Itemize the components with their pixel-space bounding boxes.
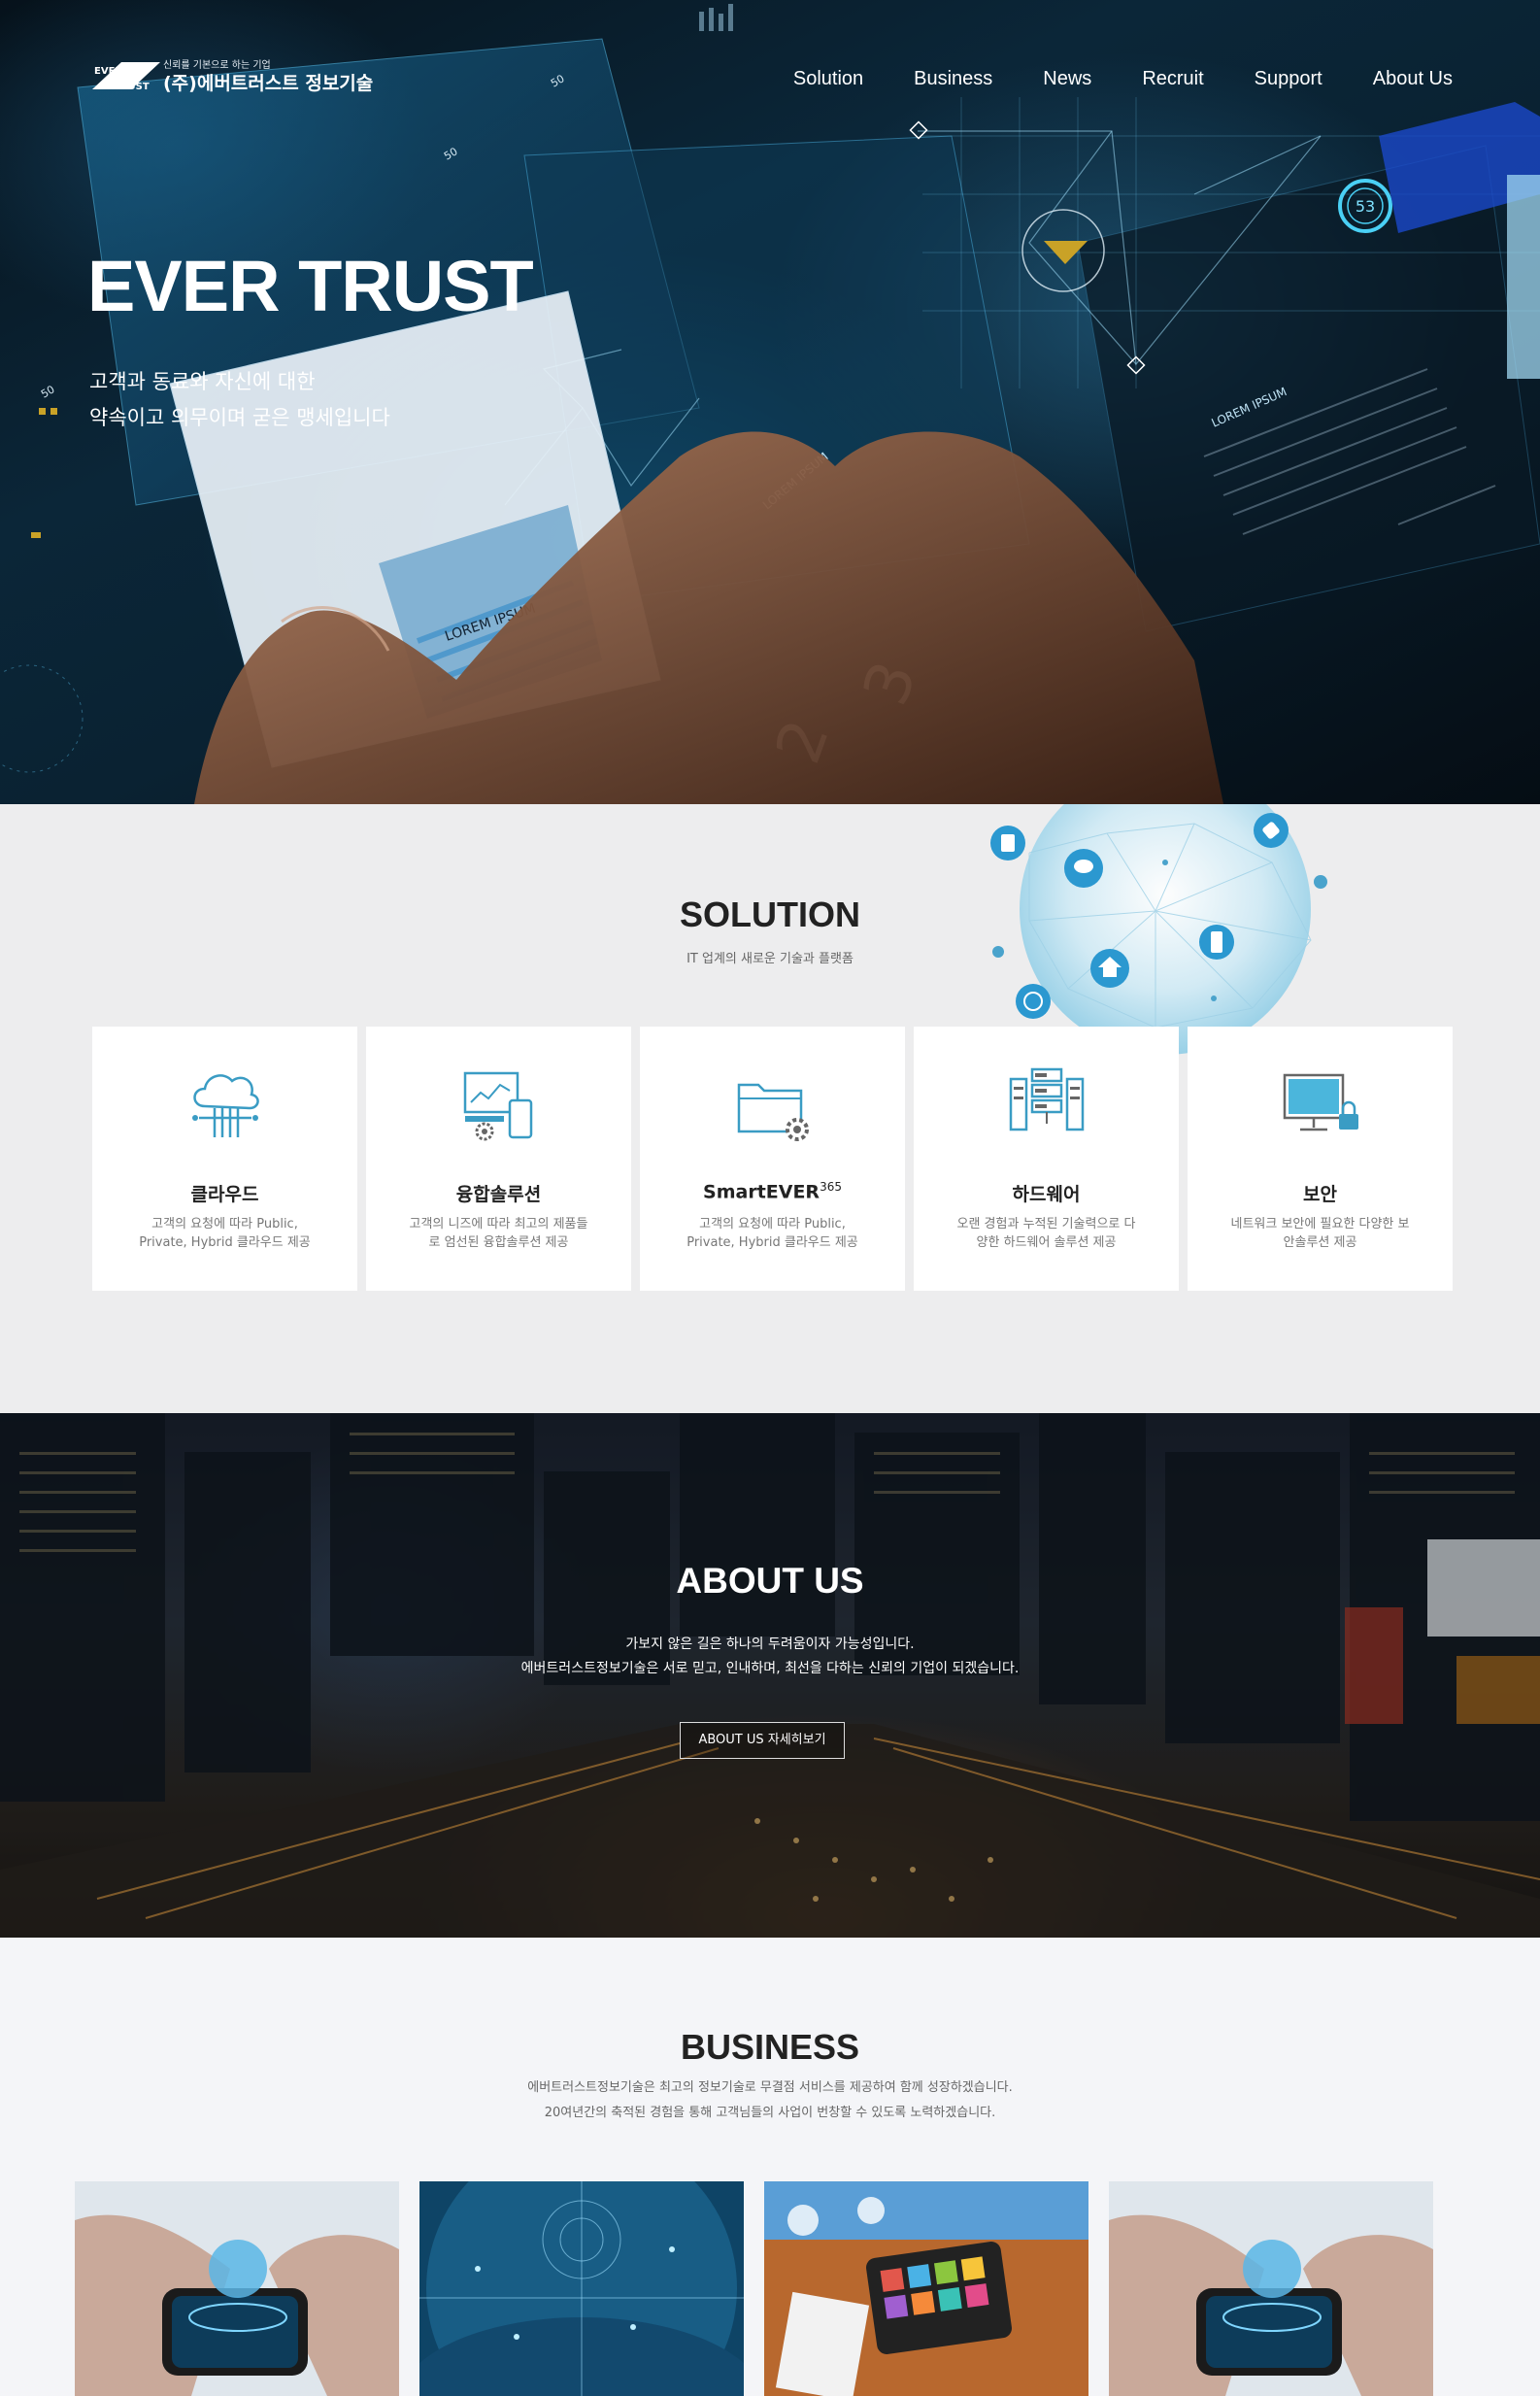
hero-subtitle: 고객과 동료와 자신에 대한 약속이고 의무이며 굳은 맹세입니다 <box>89 364 390 436</box>
logo-mark: EVER TRUST <box>92 62 160 91</box>
business-line1: 에버트러스트정보기술은 최고의 정보기술로 무결점 서비스를 제공하여 함께 성… <box>527 2080 1013 2095</box>
solution-card-security[interactable]: 보안 네트워크 보안에 필요한 다양한 보안솔루션 제공 <box>1188 1027 1453 1291</box>
solution-title: SOLUTION <box>680 894 860 934</box>
card-description: 고객의 요청에 따라 Public, Private, Hybrid 클라우드 … <box>686 1217 858 1250</box>
svg-text:TRUST: TRUST <box>114 82 150 91</box>
smartwatch-image <box>75 2181 399 2396</box>
nav-support[interactable]: Support <box>1255 68 1322 90</box>
nav-news[interactable]: News <box>1043 68 1091 90</box>
hero-subtitle-line1: 고객과 동료와 자신에 대한 <box>89 370 316 393</box>
main-nav: Solution Business News Recruit Support A… <box>793 68 1453 90</box>
monitor-lock-icon <box>1283 1073 1358 1131</box>
nav-about-us[interactable]: About Us <box>1373 68 1453 90</box>
side-quick-tab[interactable] <box>1507 175 1540 379</box>
card-description: 고객의 요청에 따라 Public, Private, Hybrid 클라우드 … <box>139 1217 311 1250</box>
business-section: BUSINESS 에버트러스트정보기술은 최고의 정보기술로 무결점 서비스를 … <box>0 1938 1540 2396</box>
svg-text:EVER: EVER <box>94 66 122 77</box>
business-card-mobile-apps[interactable] <box>764 2181 1088 2396</box>
card-title: 융합솔루션 <box>455 1184 542 1205</box>
nav-recruit[interactable]: Recruit <box>1142 68 1203 90</box>
about-detail-button[interactable]: ABOUT US 자세히보기 <box>680 1722 845 1759</box>
solution-subtitle: IT 업계의 새로운 기술과 플랫폼 <box>686 952 854 966</box>
hero-section: 53 LOREM IPSUM 2 3 LOREM IPSUM LOREM IPS… <box>0 0 1540 804</box>
solution-card-cloud[interactable]: 클라우드 고객의 요청에 따라 Public, Private, Hybrid … <box>92 1027 357 1291</box>
about-title: ABOUT US <box>676 1561 864 1601</box>
svg-text:50: 50 <box>39 383 57 400</box>
nav-business[interactable]: Business <box>914 68 992 90</box>
globe-network-image <box>419 2181 744 2396</box>
solution-cards: 클라우드 고객의 요청에 따라 Public, Private, Hybrid … <box>92 1027 1453 1291</box>
card-title: 클라우드 <box>190 1184 259 1205</box>
about-section: ABOUT US 가보지 않은 길은 하나의 두려움이자 가능성입니다. 에버트… <box>0 1413 1540 1938</box>
card-title: 하드웨어 <box>1012 1184 1081 1205</box>
business-card-smartwatch-2[interactable] <box>1109 2181 1433 2396</box>
card-description: 네트워크 보안에 필요한 다양한 보안솔루션 제공 <box>1230 1217 1410 1250</box>
devices-icon <box>463 1071 533 1141</box>
about-line1: 가보지 않은 길은 하나의 두려움이자 가능성입니다. <box>625 1637 915 1652</box>
smartwatch-image <box>1109 2181 1433 2396</box>
business-text: 에버트러스트정보기술은 최고의 정보기술로 무결점 서비스를 제공하여 함께 성… <box>0 2075 1540 2126</box>
card-description: 오랜 경험과 누적된 기술력으로 다양한 하드웨어 솔루션 제공 <box>956 1217 1136 1250</box>
hero-subtitle-line2: 약속이고 의무이며 굳은 맹세입니다 <box>89 406 390 429</box>
solution-card-hardware[interactable]: 하드웨어 오랜 경험과 누적된 기술력으로 다양한 하드웨어 솔루션 제공 <box>914 1027 1179 1291</box>
business-card-global-network[interactable] <box>419 2181 744 2396</box>
logo-company-name: (주)에버트러스트 정보기술 <box>163 73 374 94</box>
folder-gear-icon <box>737 1083 809 1141</box>
business-line2: 20여년간의 축적된 경험을 통해 고객님들의 사업이 번창할 수 있도록 노력… <box>544 2106 996 2120</box>
company-logo[interactable]: EVER TRUST 신뢰를 기본으로 하는 기업 (주)에버트러스트 정보기술 <box>92 56 384 95</box>
cloud-icon <box>192 1074 259 1137</box>
business-cards <box>75 2181 1433 2396</box>
about-text: 가보지 않은 길은 하나의 두려움이자 가능성입니다. 에버트러스트정보기술은 … <box>0 1633 1540 1681</box>
solution-card-smartever[interactable]: SmartEVER365 고객의 요청에 따라 Public, Private,… <box>640 1027 905 1291</box>
business-title: BUSINESS <box>680 2027 860 2067</box>
card-title: 보안 <box>1303 1184 1337 1205</box>
card-description: 고객의 니즈에 따라 최고의 제품들로 엄선된 융합솔루션 제공 <box>409 1217 588 1250</box>
solution-section: SOLUTION IT 업계의 새로운 기술과 플랫폼 클라우드 고객의 요청에… <box>0 804 1540 1413</box>
mobile-apps-image <box>764 2181 1088 2396</box>
about-line2: 에버트러스트정보기술은 서로 믿고, 인내하며, 최선을 다하는 신뢰의 기업이… <box>520 1661 1020 1676</box>
nav-solution[interactable]: Solution <box>793 68 863 90</box>
svg-text:53: 53 <box>1356 197 1375 216</box>
business-card-smartwatch-1[interactable] <box>75 2181 399 2396</box>
server-icon <box>1009 1067 1085 1131</box>
solution-card-convergence[interactable]: 융합솔루션 고객의 니즈에 따라 최고의 제품들로 엄선된 융합솔루션 제공 <box>366 1027 631 1291</box>
hero-title: EVER TRUST <box>87 246 534 326</box>
card-title: SmartEVER365 <box>703 1180 842 1203</box>
